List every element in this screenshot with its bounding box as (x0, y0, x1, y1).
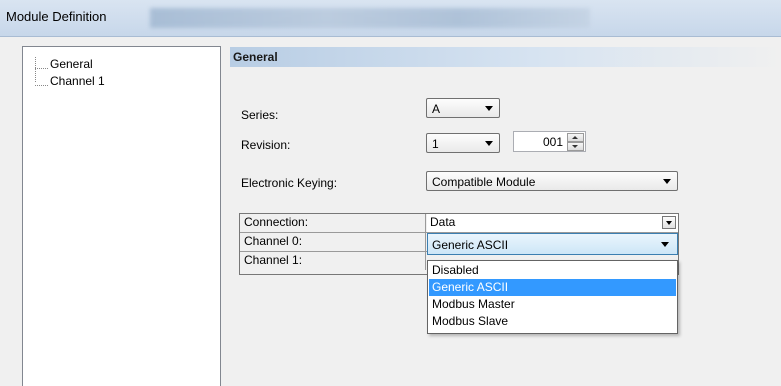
tree-item-general[interactable]: General (35, 57, 93, 72)
grid-cell-label: Connection: (240, 214, 426, 232)
grid-row-connection: Connection: Data (240, 214, 678, 233)
tree-item-label: General (50, 57, 93, 71)
module-tree: General Channel 1 (22, 46, 221, 386)
dropdown-option[interactable]: Modbus Master (429, 296, 676, 313)
grid-cell-value: Data (430, 215, 456, 229)
title-bar: Module Definition (0, 0, 781, 37)
series-value: A (432, 102, 441, 116)
spin-down-icon[interactable] (567, 142, 584, 151)
series-label: Series: (241, 108, 279, 122)
keying-label: Electronic Keying: (241, 176, 338, 190)
spin-up-icon[interactable] (567, 133, 584, 142)
chevron-down-icon (485, 141, 493, 146)
tree-item-channel-1[interactable]: Channel 1 (35, 74, 105, 89)
chevron-down-icon (661, 242, 669, 247)
revision-minor-value: 001 (542, 135, 563, 149)
channel-0-select[interactable]: Generic ASCII (427, 233, 678, 255)
keying-value: Compatible Module (432, 175, 536, 189)
title-bar-blurred-text (150, 8, 590, 28)
channel-0-value: Generic ASCII (432, 238, 509, 252)
chevron-down-icon[interactable] (662, 216, 676, 229)
tree-item-label: Channel 1 (50, 74, 105, 88)
series-select[interactable]: A (426, 98, 500, 118)
section-header: General (230, 47, 781, 67)
dropdown-option-selected[interactable]: Generic ASCII (429, 279, 676, 296)
revision-minor-spinner[interactable]: 001 (513, 131, 586, 152)
channel-0-dropdown-list: Disabled Generic ASCII Modbus Master Mod… (427, 260, 678, 334)
connection-field[interactable]: Data (427, 214, 678, 232)
revision-major-select[interactable]: 1 (426, 133, 500, 153)
revision-label: Revision: (241, 138, 291, 152)
tree-branch (35, 60, 48, 70)
dropdown-option[interactable]: Disabled (429, 262, 676, 279)
chevron-down-icon (663, 179, 671, 184)
section-title: General (233, 50, 278, 64)
tree-branch (35, 77, 48, 87)
revision-major-value: 1 (432, 137, 439, 151)
dropdown-option[interactable]: Modbus Slave (429, 313, 676, 330)
keying-select[interactable]: Compatible Module (426, 171, 678, 191)
grid-cell-label: Channel 0: (240, 233, 426, 251)
window-title: Module Definition (6, 9, 107, 24)
grid-cell-label: Channel 1: (240, 252, 426, 270)
chevron-down-icon (485, 106, 493, 111)
